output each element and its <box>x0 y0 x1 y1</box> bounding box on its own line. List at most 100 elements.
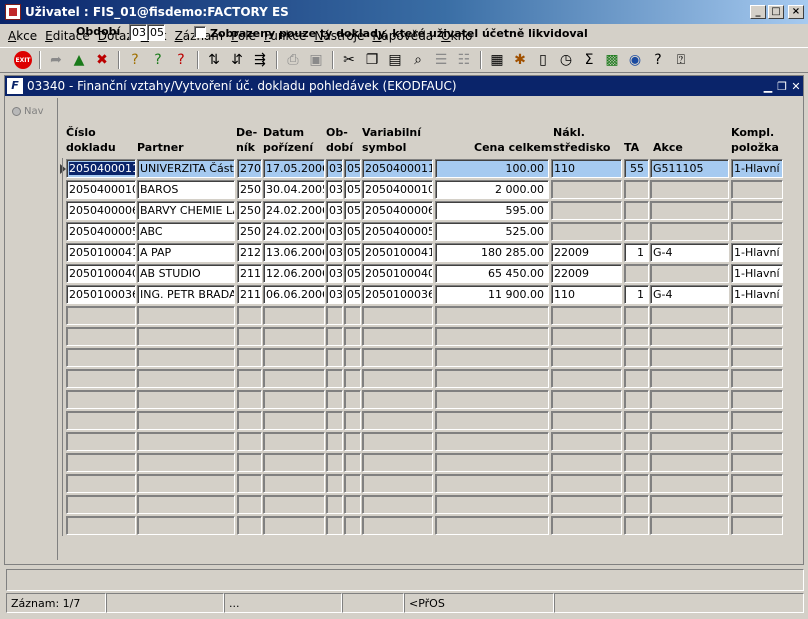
context-help-icon[interactable]: ⍰ <box>670 49 692 71</box>
cell-stredisko[interactable]: 110 <box>551 159 622 178</box>
cell-doklad[interactable] <box>66 348 136 367</box>
cell-polozka[interactable] <box>731 453 783 472</box>
cell-cena[interactable] <box>435 411 549 430</box>
cell-denik[interactable]: 270 <box>237 159 262 178</box>
cell-ob1[interactable] <box>326 432 343 451</box>
cell-vs[interactable] <box>362 411 433 430</box>
cell-polozka[interactable]: 1-Hlavní č <box>731 243 783 262</box>
cell-ob2[interactable] <box>344 369 361 388</box>
cell-datum[interactable] <box>263 348 325 367</box>
cell-doklad[interactable]: 2050400006 <box>66 201 136 220</box>
cell-cena[interactable] <box>435 453 549 472</box>
cell-ob1[interactable] <box>326 495 343 514</box>
cell-akce[interactable] <box>650 474 729 493</box>
calculator-icon[interactable]: ▦ <box>486 49 508 71</box>
notes-icon[interactable]: ▯ <box>532 49 554 71</box>
cell-denik[interactable]: 211 <box>237 285 262 304</box>
cell-ob2[interactable]: 05 <box>344 222 361 241</box>
cell-polozka[interactable] <box>731 180 783 199</box>
sort-descending-icon[interactable]: ⇵ <box>226 49 248 71</box>
cell-cena[interactable] <box>435 306 549 325</box>
cell-doklad[interactable] <box>66 516 136 535</box>
query-cancel-icon[interactable]: ? <box>170 49 192 71</box>
cell-partner[interactable]: AB STUDIO <box>137 264 235 283</box>
cell-partner[interactable] <box>137 516 235 535</box>
cell-ob1[interactable] <box>326 453 343 472</box>
cell-denik[interactable] <box>237 432 262 451</box>
cell-datum[interactable]: 24.02.2006 <box>263 222 325 241</box>
cell-doklad[interactable]: 2050100041 <box>66 243 136 262</box>
cell-vs[interactable]: 2050100040 <box>362 264 433 283</box>
web-icon[interactable]: ◉ <box>624 49 646 71</box>
cell-polozka[interactable] <box>731 348 783 367</box>
cell-datum[interactable]: 24.02.2006 <box>263 201 325 220</box>
maximize-button[interactable]: □ <box>768 5 784 19</box>
cell-ob1[interactable] <box>326 369 343 388</box>
cell-akce[interactable] <box>650 369 729 388</box>
cell-polozka[interactable]: 1-Hlavní č <box>731 285 783 304</box>
cell-cena[interactable]: 100.00 <box>435 159 549 178</box>
cell-stredisko[interactable] <box>551 474 622 493</box>
cell-cena[interactable]: 2 000.00 <box>435 180 549 199</box>
cell-polozka[interactable] <box>731 474 783 493</box>
cell-ob2[interactable] <box>344 390 361 409</box>
cell-datum[interactable] <box>263 474 325 493</box>
cell-partner[interactable] <box>137 495 235 514</box>
cell-datum[interactable]: 30.04.2005 <box>263 180 325 199</box>
cell-vs[interactable] <box>362 390 433 409</box>
cell-ob2[interactable] <box>344 411 361 430</box>
cell-ob2[interactable] <box>344 516 361 535</box>
cell-ob2[interactable] <box>344 306 361 325</box>
save-commit-icon[interactable]: ▲ <box>68 49 90 71</box>
cell-vs[interactable] <box>362 327 433 346</box>
cell-cena[interactable]: 180 285.00 <box>435 243 549 262</box>
cell-vs[interactable] <box>362 306 433 325</box>
cell-ob2[interactable]: 05 <box>344 201 361 220</box>
excel-icon[interactable]: ▩ <box>601 49 623 71</box>
cell-akce[interactable]: G-4 <box>650 285 729 304</box>
cell-ob1[interactable]: 03 <box>326 243 343 262</box>
cell-partner[interactable] <box>137 390 235 409</box>
cell-stredisko[interactable] <box>551 390 622 409</box>
print-icon[interactable]: ⎙ <box>282 49 304 71</box>
cell-polozka[interactable] <box>731 495 783 514</box>
cell-doklad[interactable]: 2050100040 <box>66 264 136 283</box>
cell-polozka[interactable] <box>731 201 783 220</box>
cell-denik[interactable] <box>237 495 262 514</box>
cell-partner[interactable]: A PAP <box>137 243 235 262</box>
cell-akce[interactable]: G511105 <box>650 159 729 178</box>
period-month-field[interactable]: 03 <box>129 24 147 41</box>
find-icon[interactable]: ⌕ <box>407 49 429 71</box>
cell-vs[interactable]: 2050400011 <box>362 159 433 178</box>
cell-ta[interactable]: 1 <box>624 243 649 262</box>
cell-vs[interactable] <box>362 516 433 535</box>
cell-stredisko[interactable] <box>551 327 622 346</box>
cell-polozka[interactable] <box>731 306 783 325</box>
cell-ta[interactable] <box>624 432 649 451</box>
close-button[interactable]: × <box>788 5 804 19</box>
liquidated-only-checkbox[interactable] <box>194 26 206 38</box>
cell-ob1[interactable]: 03 <box>326 159 343 178</box>
cell-partner[interactable] <box>137 432 235 451</box>
cell-doklad[interactable] <box>66 432 136 451</box>
cell-datum[interactable] <box>263 495 325 514</box>
print-preview-icon[interactable]: ▣ <box>305 49 327 71</box>
cell-denik[interactable] <box>237 411 262 430</box>
cell-doklad[interactable] <box>66 369 136 388</box>
cell-ta[interactable] <box>624 180 649 199</box>
cell-ob1[interactable] <box>326 390 343 409</box>
cell-cena[interactable] <box>435 369 549 388</box>
cell-stredisko[interactable]: 110 <box>551 285 622 304</box>
cell-ob2[interactable]: 05 <box>344 264 361 283</box>
cell-ob2[interactable]: 05 <box>344 159 361 178</box>
cell-akce[interactable] <box>650 495 729 514</box>
cell-ta[interactable] <box>624 369 649 388</box>
cell-polozka[interactable] <box>731 369 783 388</box>
cell-akce[interactable] <box>650 411 729 430</box>
query-execute-icon[interactable]: ? <box>147 49 169 71</box>
cell-doklad[interactable]: 2050400010 <box>66 180 136 199</box>
forward-arrow-icon[interactable]: ➦ <box>45 49 67 71</box>
cell-ob2[interactable] <box>344 327 361 346</box>
cell-ob2[interactable] <box>344 348 361 367</box>
cell-ob1[interactable] <box>326 348 343 367</box>
